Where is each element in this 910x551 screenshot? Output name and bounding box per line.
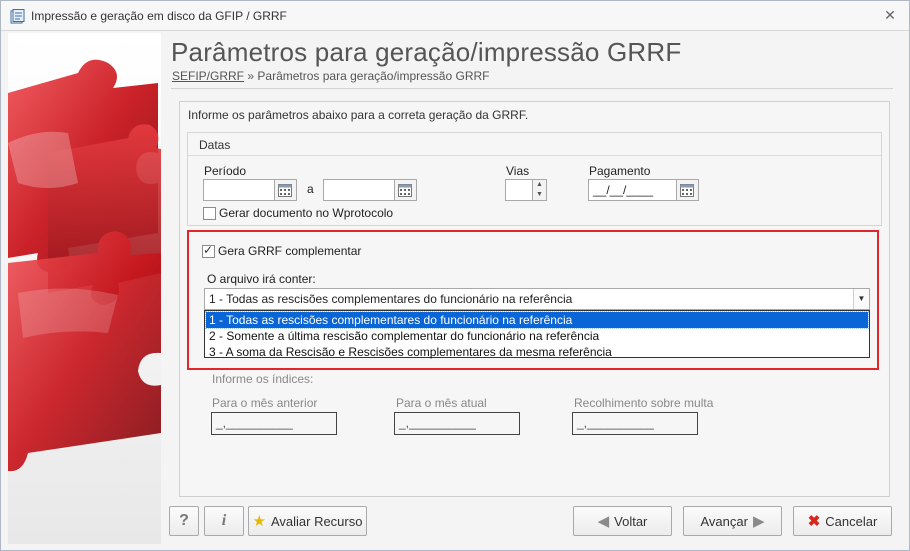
arquivo-option-2[interactable]: 2 - Somente a última rescisão complement… xyxy=(206,328,868,344)
arquivo-label: O arquivo irá conter: xyxy=(207,272,316,286)
help-icon: ? xyxy=(179,512,189,529)
info-icon: i xyxy=(221,512,227,529)
datas-divider xyxy=(188,155,881,156)
grrf-dialog-window: Impressão e geração em disco da GFIP / G… xyxy=(0,0,910,551)
periodo-end-calendar-button[interactable] xyxy=(395,179,417,201)
breadcrumb-link-sefip-grrf[interactable]: SEFIP/GRRF xyxy=(172,69,244,83)
chevron-down-icon[interactable]: ▼ xyxy=(853,289,869,309)
mes-atual-label: Para o mês atual xyxy=(396,396,487,410)
arquivo-option-3[interactable]: 3 - A soma da Rescisão e Rescisões compl… xyxy=(206,344,868,360)
vias-label: Vias xyxy=(506,164,530,178)
header-divider xyxy=(171,88,893,89)
spin-up-icon[interactable]: ▲ xyxy=(533,180,546,190)
vias-field[interactable] xyxy=(505,179,533,201)
arrow-left-icon: ◀ xyxy=(597,513,610,530)
datas-legend: Datas xyxy=(199,138,231,152)
mes-anterior-label: Para o mês anterior xyxy=(212,396,318,410)
vias-spinner[interactable]: ▲ ▼ xyxy=(533,179,547,201)
wprotocolo-label: Gerar documento no Wprotocolo xyxy=(219,206,394,220)
avancar-label: Avançar xyxy=(700,513,748,529)
info-button[interactable]: i xyxy=(204,506,244,536)
arrow-right-icon: ▶ xyxy=(752,513,765,530)
help-button[interactable]: ? xyxy=(169,506,199,536)
calendar-icon xyxy=(680,184,694,197)
window-title: Impressão e geração em disco da GFIP / G… xyxy=(31,9,287,23)
mes-atual-field[interactable]: _,__________ xyxy=(394,412,520,435)
periodo-label: Período xyxy=(204,164,247,178)
calendar-icon xyxy=(278,184,292,197)
pagamento-calendar-button[interactable] xyxy=(677,179,699,201)
voltar-label: Voltar xyxy=(614,513,648,529)
puzzle-pieces-image xyxy=(8,59,161,472)
pagamento-field[interactable]: __/__/____ xyxy=(588,179,677,201)
multa-field[interactable]: _,__________ xyxy=(572,412,698,435)
puzzle-artwork xyxy=(8,33,161,544)
multa-label: Recolhimento sobre multa xyxy=(574,396,714,410)
avaliar-recurso-button[interactable]: ★ Avaliar Recurso xyxy=(248,506,367,536)
arquivo-selected-value: 1 - Todas as rescisões complementares do… xyxy=(209,292,573,306)
periodo-separator: a xyxy=(307,182,314,196)
page-title: Parâmetros para geração/impressão GRRF xyxy=(171,37,682,67)
title-bar: Impressão e geração em disco da GFIP / G… xyxy=(1,1,909,31)
arquivo-dropdown-list: 1 - Todas as rescisões complementares do… xyxy=(204,310,870,360)
cancelar-button[interactable]: ✖ Cancelar xyxy=(793,506,892,536)
mes-anterior-field[interactable]: _,__________ xyxy=(211,412,337,435)
gera-complementar-label: Gera GRRF complementar xyxy=(218,244,362,258)
star-icon: ★ xyxy=(252,513,266,530)
gera-complementar-checkbox[interactable] xyxy=(202,243,215,258)
close-icon[interactable]: ✕ xyxy=(883,8,897,22)
arquivo-select[interactable]: 1 - Todas as rescisões complementares do… xyxy=(204,288,870,310)
periodo-end-field[interactable] xyxy=(323,179,395,201)
app-icon xyxy=(10,9,25,24)
periodo-start-field[interactable] xyxy=(203,179,275,201)
spin-down-icon[interactable]: ▼ xyxy=(533,190,546,200)
voltar-button[interactable]: ◀ Voltar xyxy=(573,506,672,536)
calendar-icon xyxy=(398,184,412,197)
indices-label: Informe os índices: xyxy=(212,372,314,386)
panel-instructions: Informe os parâmetros abaixo para a corr… xyxy=(188,108,529,122)
breadcrumb-current: Parâmetros para geração/impressão GRRF xyxy=(257,69,490,83)
pagamento-label: Pagamento xyxy=(589,164,651,178)
cancel-icon: ✖ xyxy=(807,513,821,530)
breadcrumb-separator: » xyxy=(247,69,255,83)
wprotocolo-checkbox[interactable] xyxy=(203,207,216,220)
periodo-start-calendar-button[interactable] xyxy=(275,179,297,201)
avaliar-recurso-label: Avaliar Recurso xyxy=(270,513,363,529)
cancelar-label: Cancelar xyxy=(825,513,878,529)
arquivo-option-1[interactable]: 1 - Todas as rescisões complementares do… xyxy=(205,311,869,329)
breadcrumb: SEFIP/GRRF » Parâmetros para geração/imp… xyxy=(172,69,489,83)
avancar-button[interactable]: Avançar ▶ xyxy=(683,506,782,536)
